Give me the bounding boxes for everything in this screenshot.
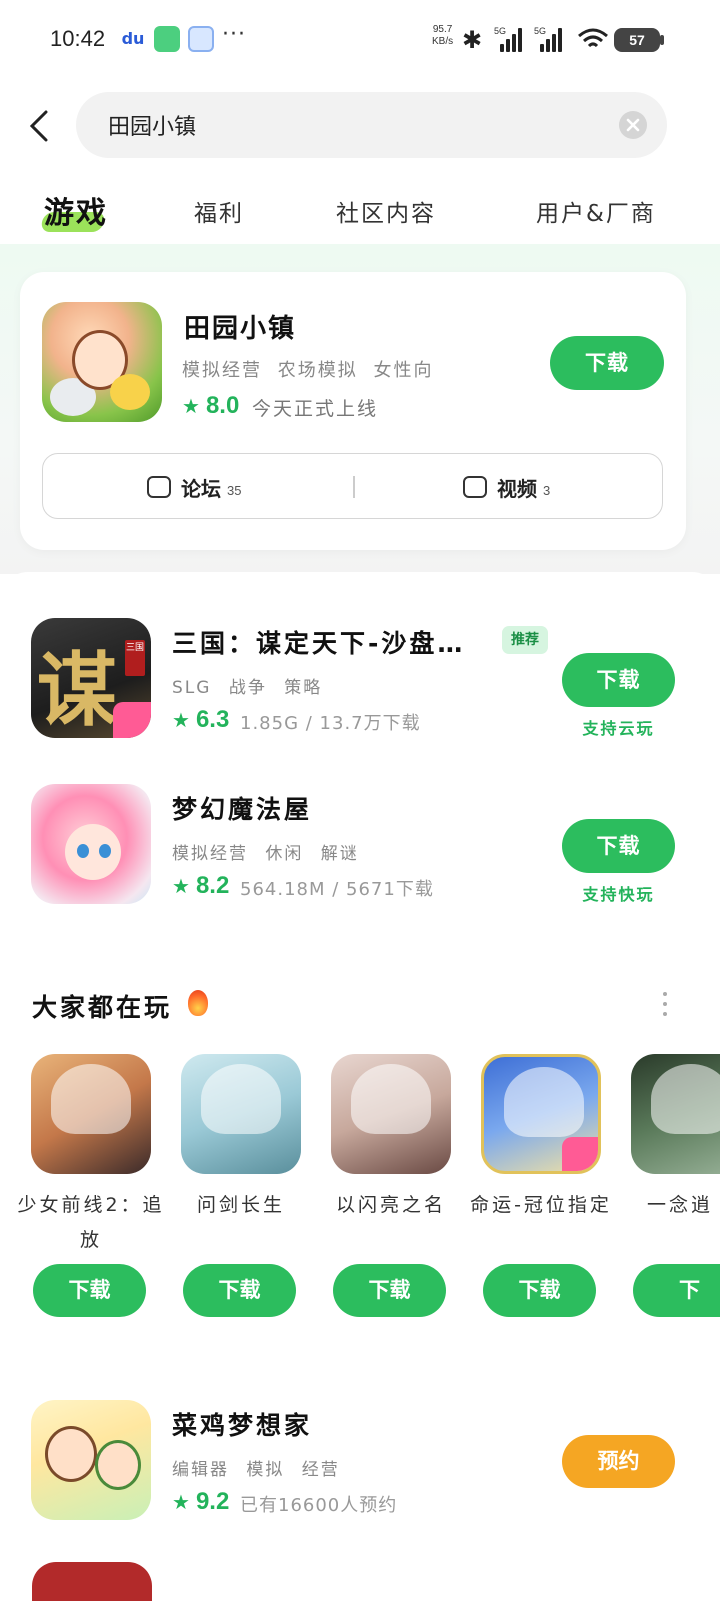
more-icon: ··· — [222, 22, 246, 47]
game-icon[interactable] — [331, 1054, 451, 1174]
size-downloads: 564.18M / 5671下载 — [240, 879, 434, 900]
download-button[interactable]: 下载 — [550, 336, 664, 390]
tab-welfare[interactable]: 福利 — [194, 194, 244, 228]
download-button[interactable]: 下载 — [33, 1264, 146, 1317]
video-link[interactable]: 视频 3 — [463, 454, 550, 520]
star-icon: ★ — [182, 396, 200, 418]
search-input[interactable] — [108, 92, 608, 158]
reservation-count: 已有16600人预约 — [240, 1495, 398, 1516]
page: 10:42 du ··· 95.7 KB/s ✱ 5G 5G 57 田园小镇 游… — [0, 0, 720, 1601]
tab-games[interactable]: 游戏 — [44, 188, 108, 232]
net-speed: 95.7 KB/s — [432, 24, 454, 47]
star-icon: ★ — [172, 710, 190, 732]
game-icon[interactable] — [181, 1054, 301, 1174]
game-title[interactable]: 三国：谋定天下-沙盘… — [172, 624, 465, 660]
play-icon — [463, 476, 487, 498]
game-icon[interactable] — [31, 1400, 151, 1520]
game-links: 论坛 35 视频 3 — [42, 453, 663, 519]
game-name: 少女前线2：追放 — [17, 1194, 165, 1251]
game-name: 命运-冠位指定 — [470, 1194, 612, 1216]
game-rating: ★ 6.3 — [172, 706, 230, 733]
bilibili-tv-icon — [562, 1137, 598, 1171]
chat-icon — [147, 476, 171, 498]
clock: 10:42 — [50, 26, 106, 51]
section-title: 大家都在玩 — [32, 993, 173, 1022]
download-button[interactable]: 下 — [633, 1264, 720, 1317]
game-icon[interactable] — [31, 784, 151, 904]
star-icon: ★ — [172, 1492, 190, 1514]
download-button[interactable]: 下载 — [333, 1264, 446, 1317]
quick-play-label[interactable]: 支持快玩 — [562, 881, 675, 905]
download-button[interactable]: 下载 — [562, 819, 675, 873]
star-icon: ★ — [172, 876, 190, 898]
popular-game-card[interactable]: 一念逍 下 — [631, 1054, 720, 1324]
baidu-icon: du — [120, 26, 146, 52]
download-button[interactable]: 下载 — [562, 653, 675, 707]
game-tags: 模拟经营 休闲 解谜 — [172, 844, 359, 864]
next-game-icon[interactable] — [32, 1562, 152, 1601]
game-tags: 模拟经营 农场模拟 女性向 — [182, 360, 434, 381]
game-title[interactable]: 梦幻魔法屋 — [172, 790, 312, 826]
signal-icon: 5G — [494, 26, 522, 52]
game-tags: SLG 战争 策略 — [172, 678, 323, 698]
game-title[interactable]: 菜鸡梦想家 — [172, 1406, 312, 1442]
category-tabs: 游戏 福利 社区内容 用户&厂商 — [0, 180, 720, 244]
recommend-badge: 推荐 — [502, 626, 548, 654]
signal-icon: 5G — [534, 26, 562, 52]
clear-icon[interactable] — [619, 111, 647, 139]
download-button[interactable]: 下载 — [483, 1264, 596, 1317]
game-tags: 编辑器 模拟 经营 — [172, 1460, 340, 1480]
popular-game-card[interactable]: 少女前线2：追放 下载 — [17, 1054, 162, 1317]
app-notification-icon — [188, 26, 214, 52]
featured-game-card[interactable]: 田园小镇 模拟经营 农场模拟 女性向 ★ 8.0 今天正式上线 下载 论坛 35… — [20, 272, 686, 550]
divider — [353, 476, 355, 498]
tab-community[interactable]: 社区内容 — [336, 194, 436, 228]
game-rating: ★ 8.0 — [182, 392, 240, 419]
game-rating: ★ 8.2 — [172, 872, 230, 899]
game-rating: ★ 9.2 — [172, 1488, 230, 1515]
game-name: 一念逍 — [647, 1194, 714, 1216]
game-icon[interactable] — [631, 1054, 720, 1174]
bilibili-tv-icon — [113, 702, 151, 738]
game-name: 以闪亮之名 — [335, 1194, 446, 1216]
popular-game-card[interactable]: 命运-冠位指定 下载 — [470, 1054, 609, 1317]
game-icon[interactable] — [42, 302, 162, 422]
game-icon[interactable] — [481, 1054, 601, 1174]
back-button[interactable] — [28, 108, 54, 144]
popular-game-card[interactable]: 以闪亮之名 下载 — [331, 1054, 451, 1317]
size-downloads: 1.85G / 13.7万下载 — [240, 713, 421, 734]
bluetooth-icon: ✱ — [462, 26, 483, 54]
cloud-play-label[interactable]: 支持云玩 — [562, 715, 675, 739]
download-button[interactable]: 下载 — [183, 1264, 296, 1317]
tab-users-vendors[interactable]: 用户&厂商 — [536, 194, 656, 228]
chevron-left-icon — [29, 110, 48, 142]
fire-icon — [188, 990, 208, 1016]
app-notification-icon — [154, 26, 180, 52]
game-name: 问剑长生 — [196, 1194, 285, 1216]
wifi-icon — [578, 28, 608, 48]
forum-link[interactable]: 论坛 35 — [147, 454, 241, 520]
game-title[interactable]: 田园小镇 — [184, 308, 296, 345]
game-icon[interactable] — [31, 1054, 151, 1174]
reserve-button[interactable]: 预约 — [562, 1435, 675, 1488]
status-bar: 10:42 du ··· 95.7 KB/s ✱ 5G 5G 57 — [0, 0, 720, 80]
more-options-icon[interactable] — [660, 992, 670, 1020]
search-box[interactable] — [76, 92, 667, 158]
battery-icon: 57 — [614, 28, 664, 52]
popular-game-card[interactable]: 问剑长生 下载 — [181, 1054, 301, 1317]
game-icon[interactable]: 谋 三国 — [31, 618, 151, 738]
release-status: 今天正式上线 — [252, 398, 379, 420]
